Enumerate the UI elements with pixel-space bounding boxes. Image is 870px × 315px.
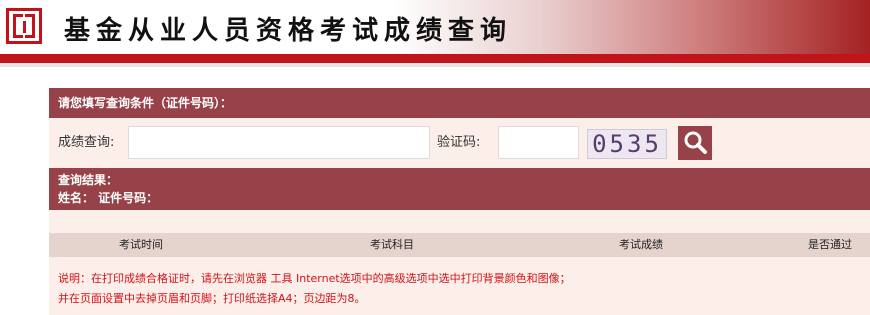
query-conditions-heading: 请您填写查询条件（证件号码）： — [49, 88, 870, 118]
column-exam-time: 考试时间 — [119, 238, 163, 251]
note-line-2: 并在页面设置中去掉页眉和页脚；打印纸选择A4；页边距为8。 — [58, 292, 366, 305]
query-result-section: 查询结果： 姓名： 证件号码： — [49, 168, 870, 210]
search-button[interactable] — [678, 126, 712, 160]
captcha-label: 验证码: — [437, 135, 481, 150]
column-exam-subject: 考试科目 — [370, 238, 414, 251]
score-query-label: 成绩查询: — [58, 135, 115, 150]
logo-icon — [6, 8, 42, 44]
header-divider — [0, 54, 870, 63]
query-panel: 请您填写查询条件（证件号码）： 成绩查询: 验证码: 0535 查询结果： 姓名… — [49, 88, 870, 315]
page-title: 基金从业人员资格考试成绩查询 — [64, 16, 513, 46]
column-exam-score: 考试成绩 — [619, 238, 663, 251]
search-icon — [684, 131, 707, 154]
id-number-input[interactable] — [128, 126, 430, 159]
query-result-heading: 查询结果： — [58, 173, 119, 187]
name-id-line: 姓名： 证件号码： — [58, 191, 159, 205]
captcha-image[interactable]: 0535 — [587, 129, 667, 159]
print-instructions: 说明：在打印成绩合格证时，请先在浏览器 工具 Internet选项中的高级选项中… — [58, 269, 571, 309]
header-shadow-line — [0, 63, 870, 67]
note-line-1: 说明：在打印成绩合格证时，请先在浏览器 工具 Internet选项中的高级选项中… — [58, 272, 571, 285]
header-banner: 基金从业人员资格考试成绩查询 — [0, 0, 870, 54]
captcha-input[interactable] — [498, 126, 579, 159]
result-table-header: 考试时间 考试科目 考试成绩 是否通过 — [49, 233, 870, 257]
column-passed: 是否通过 — [808, 238, 852, 251]
